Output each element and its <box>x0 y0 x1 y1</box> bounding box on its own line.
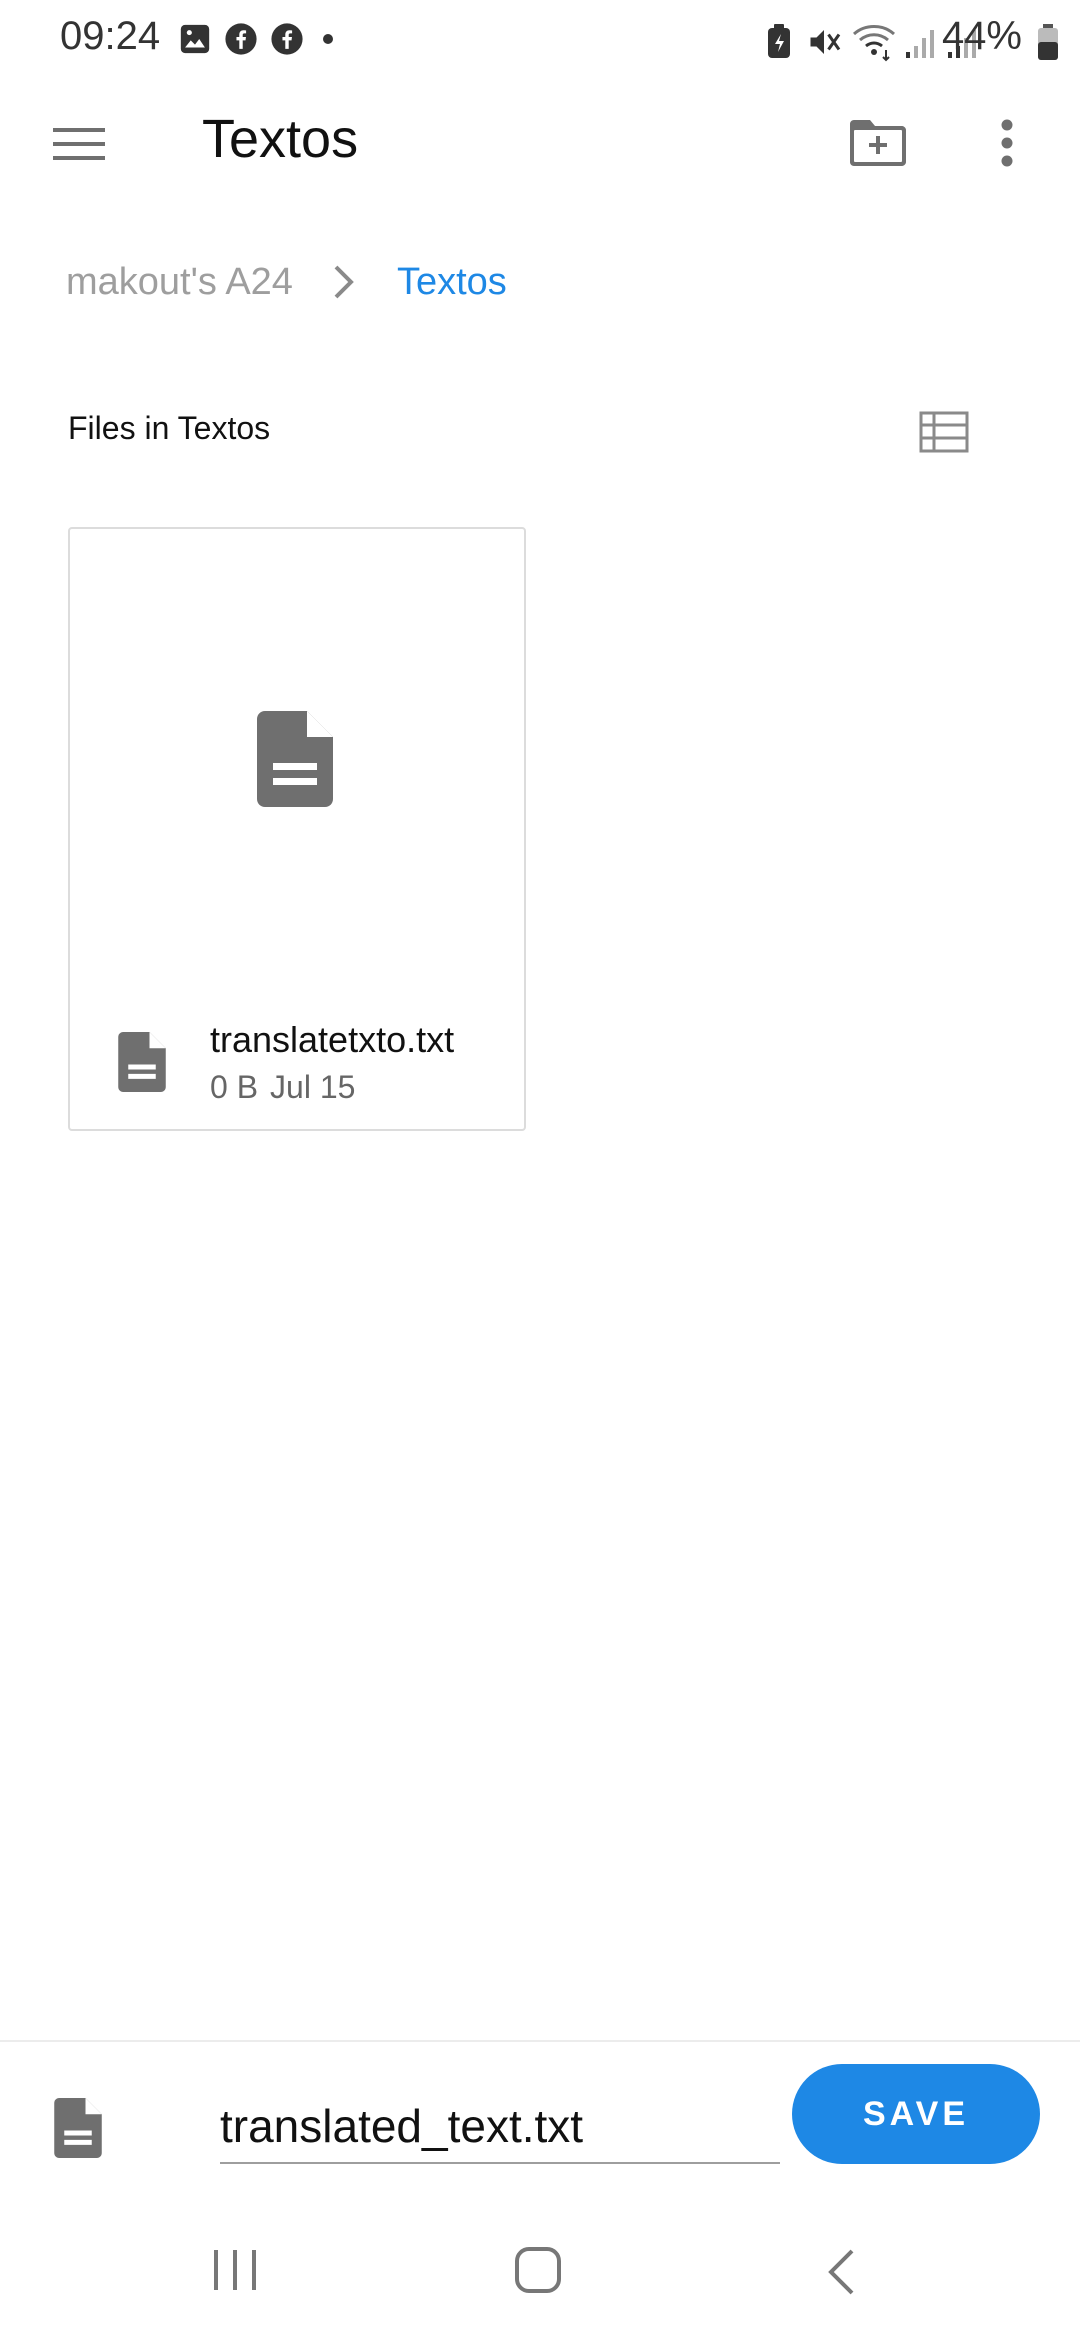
status-time: 09:24 <box>60 14 161 58</box>
recents-icon[interactable] <box>210 2248 260 2297</box>
status-bar: 09:24 44% <box>0 0 1080 84</box>
list-view-icon <box>919 411 969 453</box>
list-view-toggle[interactable] <box>914 406 974 458</box>
new-folder-icon <box>850 120 906 166</box>
file-card[interactable]: translatetxto.txt 0 B Jul 15 <box>68 527 526 1131</box>
system-icons: 44% <box>660 14 1080 70</box>
chevron-right-icon <box>333 264 355 300</box>
dot-icon <box>316 22 340 61</box>
battery-icon <box>1036 22 1060 67</box>
more-vert-icon <box>1001 119 1013 167</box>
file-date: Jul 15 <box>270 1069 356 1105</box>
save-button[interactable]: SAVE <box>792 2064 1040 2164</box>
home-icon[interactable] <box>514 2246 562 2299</box>
file-size: 0 B <box>210 1069 259 1105</box>
wifi-icon <box>852 22 896 67</box>
gallery-icon <box>178 22 212 61</box>
signal-icon <box>904 26 938 65</box>
file-name: translatetxto.txt <box>210 1019 455 1060</box>
battery-percentage: 44% <box>941 14 1022 58</box>
mute-icon <box>806 24 842 65</box>
menu-button[interactable] <box>44 114 114 174</box>
battery-saver-icon <box>766 24 792 65</box>
file-type-icon <box>118 1032 166 1097</box>
new-folder-button[interactable] <box>840 110 916 176</box>
app-bar: Textos <box>0 84 1080 204</box>
breadcrumb-root[interactable]: makout's A24 <box>66 261 293 304</box>
breadcrumb: makout's A24 Textos <box>66 250 507 314</box>
document-thumbnail-icon <box>257 711 333 812</box>
page-title: Textos <box>202 109 359 169</box>
save-bar: SAVE <box>0 2040 1080 2192</box>
back-icon[interactable] <box>826 2248 856 2301</box>
file-meta: 0 B Jul 15 <box>210 1069 355 1106</box>
navigation-bar <box>0 2200 1080 2340</box>
section-title: Files in Textos <box>68 410 271 446</box>
notification-icons <box>178 22 340 61</box>
facebook-icon <box>270 22 304 61</box>
breadcrumb-current[interactable]: Textos <box>397 261 507 304</box>
more-options-button[interactable] <box>982 110 1032 176</box>
file-icon <box>54 2098 102 2163</box>
hamburger-icon <box>53 128 105 160</box>
facebook-icon <box>224 22 258 61</box>
filename-input[interactable] <box>220 2090 780 2164</box>
